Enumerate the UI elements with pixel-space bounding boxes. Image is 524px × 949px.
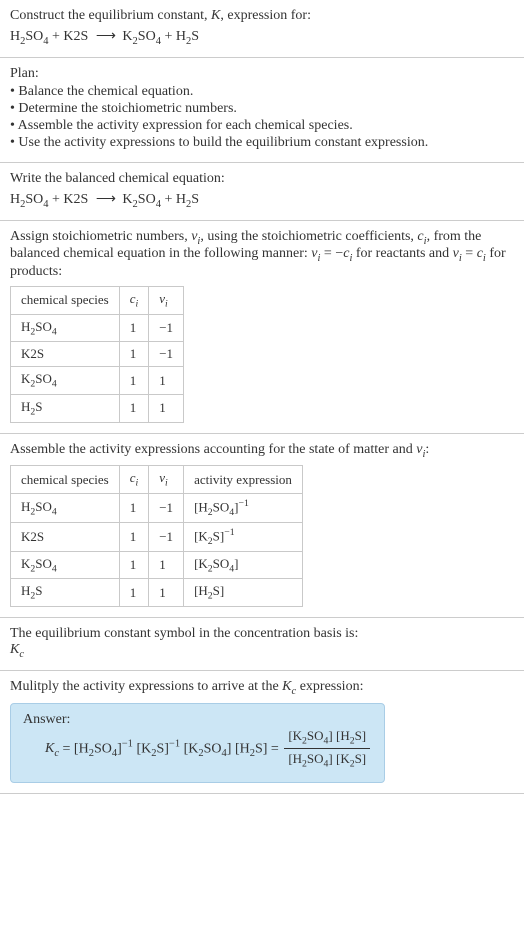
answer-label: Answer: <box>23 712 372 728</box>
plan-item-3: • Assemble the activity expression for e… <box>10 118 514 134</box>
fraction-numerator: [K2SO4] [H2S] <box>284 728 370 750</box>
section-stoich: Assign stoichiometric numbers, νi, using… <box>0 221 524 434</box>
stoich-table: chemical species ci νi H2SO41−1 K2S1−1 K… <box>10 286 184 422</box>
plan-list: • Balance the chemical equation. • Deter… <box>10 84 514 151</box>
col-species: chemical species <box>11 466 120 494</box>
section-construct: Construct the equilibrium constant, K, e… <box>0 0 524 58</box>
plan-item-1: • Balance the chemical equation. <box>10 84 514 100</box>
table-row: H2SO41−1 <box>11 314 184 342</box>
activity-head: Assemble the activity expressions accoun… <box>10 442 514 460</box>
col-species: chemical species <box>11 287 120 315</box>
col-nui: νi <box>149 466 184 494</box>
section-final: Mulitply the activity expressions to arr… <box>0 671 524 794</box>
table-header-row: chemical species ci νi activity expressi… <box>11 466 303 494</box>
col-ci: ci <box>119 466 149 494</box>
answer-expression: Kc = [H2SO4]−1 [K2S]−1 [K2SO4] [H2S] = [… <box>23 728 372 770</box>
plan-head: Plan: <box>10 66 514 82</box>
kc-line: The equilibrium constant symbol in the c… <box>10 626 514 642</box>
table-row: H2S11[H2S] <box>11 579 303 607</box>
table-row: K2S1−1[K2S]−1 <box>11 522 303 551</box>
table-header-row: chemical species ci νi <box>11 287 184 315</box>
final-head: Mulitply the activity expressions to arr… <box>10 679 514 697</box>
col-ci: ci <box>119 287 149 315</box>
kc-symbol: Kc <box>10 642 514 660</box>
stoich-text: Assign stoichiometric numbers, νi, using… <box>10 229 514 281</box>
equation-unbalanced: H2SO4 + K2S ⟶ K2SO4 + H2S <box>10 28 514 47</box>
fraction: [K2SO4] [H2S] [H2SO4] [K2S] <box>282 728 372 770</box>
table-row: K2SO411[K2SO4] <box>11 551 303 579</box>
plan-item-4: • Use the activity expressions to build … <box>10 135 514 151</box>
table-row: K2S1−1 <box>11 342 184 367</box>
table-row: K2SO411 <box>11 367 184 395</box>
section-activity: Assemble the activity expressions accoun… <box>0 434 524 618</box>
equation-balanced: H2SO4 + K2S ⟶ K2SO4 + H2S <box>10 191 514 210</box>
section-balanced: Write the balanced chemical equation: H2… <box>0 163 524 221</box>
activity-table: chemical species ci νi activity expressi… <box>10 465 303 607</box>
plan-item-2: • Determine the stoichiometric numbers. <box>10 101 514 117</box>
col-nui: νi <box>149 287 184 315</box>
table-row: H2S11 <box>11 394 184 422</box>
answer-box: Answer: Kc = [H2SO4]−1 [K2S]−1 [K2SO4] [… <box>10 703 385 783</box>
construct-line: Construct the equilibrium constant, K, e… <box>10 8 514 24</box>
fraction-denominator: [H2SO4] [K2S] <box>284 749 370 770</box>
col-activity: activity expression <box>184 466 303 494</box>
section-plan: Plan: • Balance the chemical equation. •… <box>0 58 524 163</box>
section-kc-symbol: The equilibrium constant symbol in the c… <box>0 618 524 671</box>
balanced-head: Write the balanced chemical equation: <box>10 171 514 187</box>
table-row: H2SO41−1[H2SO4]−1 <box>11 493 303 522</box>
